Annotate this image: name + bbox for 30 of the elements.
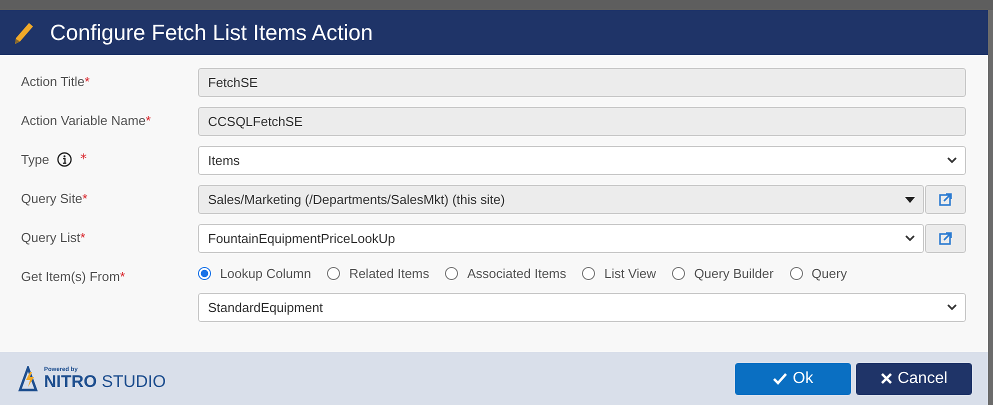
radio-option[interactable]: Query Builder	[672, 266, 774, 280]
field-label: Action Variable Name*	[21, 113, 151, 128]
radio-option[interactable]: List View	[582, 266, 656, 280]
dropdown-field[interactable]: FountainEquipmentPriceLookUp	[198, 224, 924, 253]
chevron-down-icon	[947, 157, 957, 164]
field-label: Query List*	[21, 230, 86, 245]
radio-option[interactable]: Lookup Column	[198, 266, 312, 280]
triangle-down-icon	[905, 196, 915, 202]
field-label: Get Item(s) From*	[21, 269, 126, 284]
bolt-logo-icon	[18, 366, 40, 392]
external-link-icon	[939, 193, 952, 206]
field-label: Action Title*	[21, 74, 90, 89]
chevron-down-icon	[905, 235, 915, 242]
external-link-icon	[939, 232, 952, 245]
close-icon	[880, 373, 892, 384]
dropdown-field[interactable]: StandardEquipment	[198, 293, 966, 322]
required-mark: *	[80, 152, 87, 167]
field-label: Query Site*	[21, 191, 88, 206]
cancel-button[interactable]: Cancel	[856, 362, 972, 394]
info-icon[interactable]	[57, 152, 72, 167]
ok-button[interactable]: Ok	[735, 362, 851, 394]
dropdown-field[interactable]: Items	[198, 146, 966, 175]
radio-option[interactable]: Associated Items	[445, 266, 566, 280]
radio-option[interactable]: Query	[790, 266, 847, 280]
radio-option[interactable]: Related Items	[327, 266, 430, 280]
check-icon	[772, 372, 787, 384]
dialog-title: Configure Fetch List Items Action	[50, 20, 373, 46]
open-link-button[interactable]	[925, 224, 966, 253]
chevron-down-icon	[947, 304, 957, 311]
field-label: Type	[21, 152, 50, 167]
